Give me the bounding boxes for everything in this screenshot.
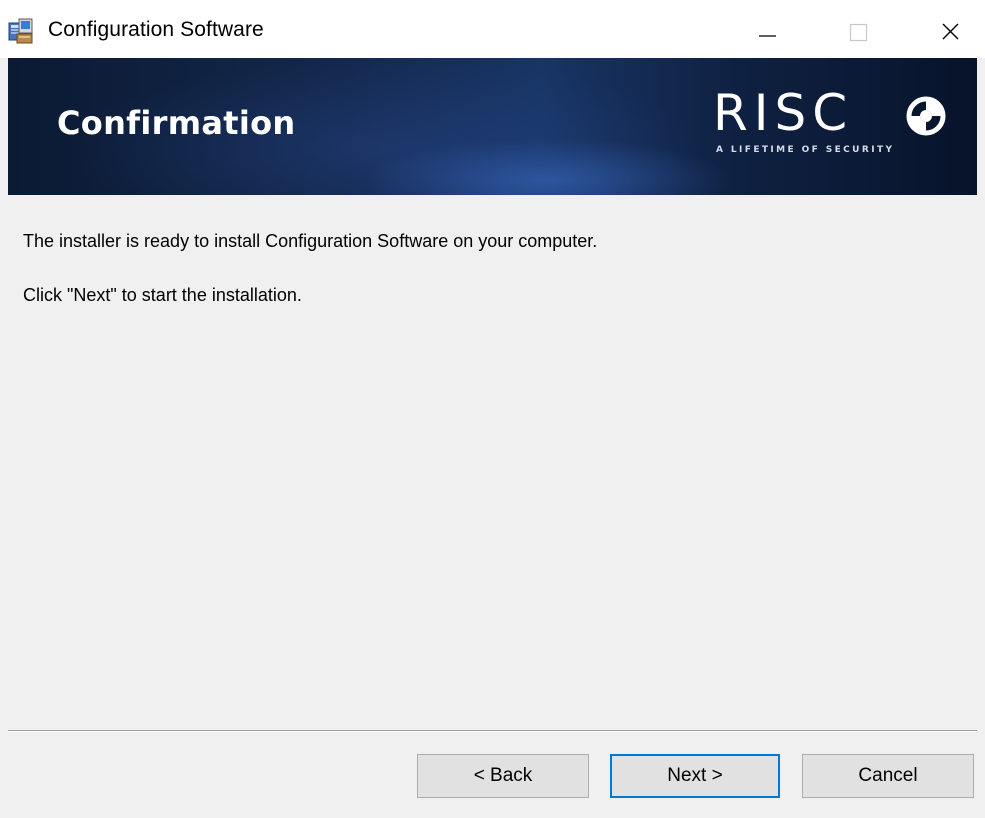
minimize-button[interactable] (738, 0, 796, 58)
window-title: Configuration Software (48, 18, 264, 41)
maximize-button (830, 0, 888, 58)
risco-swirl-icon (905, 95, 947, 142)
installer-computer-icon (8, 17, 34, 45)
back-button[interactable]: < Back (417, 754, 589, 798)
brand-tagline: A LIFETIME OF SECURITY (716, 145, 895, 155)
brand-name: RISC (713, 84, 854, 142)
instruction-message: Click "Next" to start the installation. (23, 285, 302, 305)
close-button[interactable] (922, 0, 980, 58)
page-title: Confirmation (57, 104, 296, 142)
installer-window: Configuration Software Confirmation RISC… (0, 0, 985, 818)
footer-divider (8, 730, 977, 732)
ready-message: The installer is ready to install Config… (23, 231, 598, 251)
title-bar[interactable]: Configuration Software (0, 0, 985, 58)
next-button[interactable]: Next > (610, 754, 780, 798)
brand-logo: RISC A LIFETIME OF SECURITY (713, 86, 953, 156)
content-panel: The installer is ready to install Config… (8, 195, 977, 730)
cancel-button[interactable]: Cancel (802, 754, 974, 798)
header-banner: Confirmation RISC A LIFETIME OF SECURITY (8, 58, 977, 195)
